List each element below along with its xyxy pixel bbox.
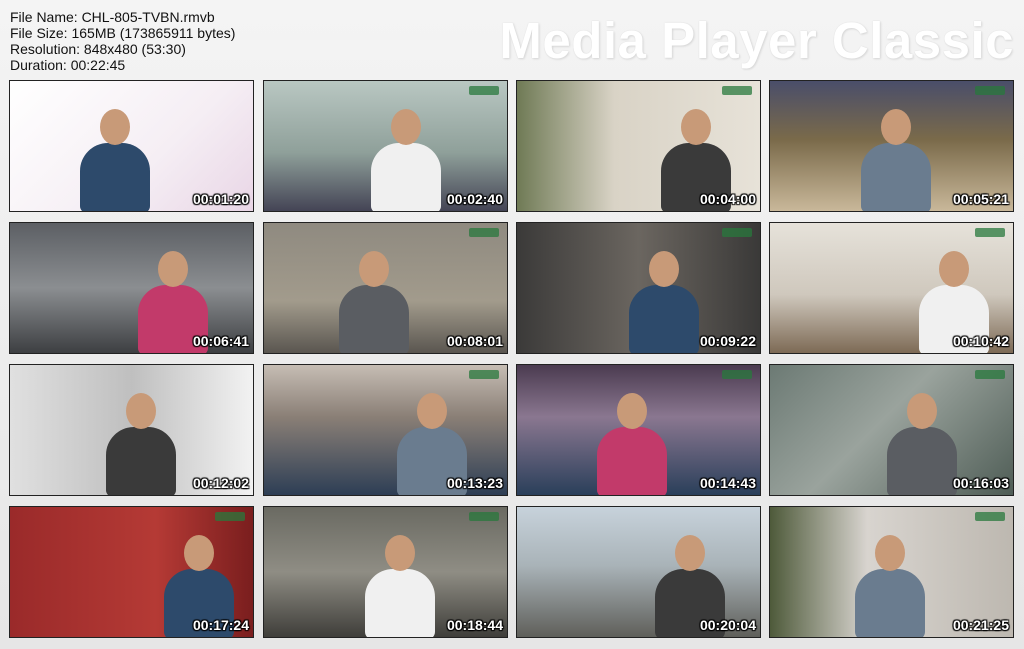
person-figure <box>861 143 931 211</box>
video-thumbnail[interactable]: 00:16:03 <box>769 364 1014 496</box>
thumbnail-timestamp: 00:14:43 <box>699 475 756 491</box>
person-figure <box>629 285 699 353</box>
video-thumbnail[interactable]: 00:18:44 <box>263 506 508 638</box>
video-thumbnail[interactable]: 00:08:01 <box>263 222 508 354</box>
thumbnail-timestamp: 00:18:44 <box>446 617 503 633</box>
video-thumbnail[interactable]: 00:20:04 <box>516 506 761 638</box>
channel-logo-icon <box>215 512 245 521</box>
video-thumbnail[interactable]: 00:21:25 <box>769 506 1014 638</box>
channel-logo-icon <box>469 86 499 95</box>
resolution: Resolution: 848x480 (53:30) <box>10 41 186 57</box>
person-figure <box>597 427 667 495</box>
person-head <box>359 251 389 287</box>
person-head <box>385 535 415 571</box>
thumbnail-timestamp: 00:17:24 <box>192 617 249 633</box>
video-thumbnail[interactable]: 00:13:23 <box>263 364 508 496</box>
thumbnail-timestamp: 00:09:22 <box>699 333 756 349</box>
video-thumbnail[interactable]: 00:09:22 <box>516 222 761 354</box>
channel-logo-icon <box>469 228 499 237</box>
person-head <box>675 535 705 571</box>
app-brand-watermark: Media Player Classic <box>499 12 1014 69</box>
thumbnail-timestamp: 00:02:40 <box>446 191 503 207</box>
person-figure <box>339 285 409 353</box>
thumbnail-timestamp: 00:13:23 <box>446 475 503 491</box>
person-figure <box>106 427 176 495</box>
file-size: File Size: 165MB (173865911 bytes) <box>10 25 236 41</box>
thumbnail-timestamp: 00:16:03 <box>952 475 1009 491</box>
file-name: File Name: CHL-805-TVBN.rmvb <box>10 9 215 25</box>
channel-logo-icon <box>469 370 499 379</box>
thumbnail-timestamp: 00:10:42 <box>952 333 1009 349</box>
person-head <box>158 251 188 287</box>
video-thumbnail[interactable]: 00:04:00 <box>516 80 761 212</box>
channel-logo-icon <box>975 512 1005 521</box>
channel-logo-icon <box>722 370 752 379</box>
person-figure <box>80 143 150 211</box>
duration: Duration: 00:22:45 <box>10 57 126 73</box>
person-head <box>649 251 679 287</box>
person-figure <box>371 143 441 211</box>
channel-logo-icon <box>722 228 752 237</box>
file-info: File Name: CHL-805-TVBN.rmvb File Size: … <box>10 9 235 73</box>
thumbnail-timestamp: 00:04:00 <box>699 191 756 207</box>
video-thumbnail[interactable]: 00:02:40 <box>263 80 508 212</box>
video-thumbnail[interactable]: 00:10:42 <box>769 222 1014 354</box>
thumbnail-timestamp: 00:08:01 <box>446 333 503 349</box>
video-thumbnail[interactable]: 00:17:24 <box>9 506 254 638</box>
video-thumbnail[interactable]: 00:06:41 <box>9 222 254 354</box>
thumbnail-timestamp: 00:20:04 <box>699 617 756 633</box>
person-head <box>126 393 156 429</box>
person-figure <box>365 569 435 637</box>
thumbnail-timestamp: 00:05:21 <box>952 191 1009 207</box>
video-thumbnail[interactable]: 00:14:43 <box>516 364 761 496</box>
channel-logo-icon <box>469 512 499 521</box>
video-thumbnail[interactable]: 00:01:20 <box>9 80 254 212</box>
person-head <box>184 535 214 571</box>
person-head <box>939 251 969 287</box>
person-head <box>617 393 647 429</box>
person-figure <box>855 569 925 637</box>
person-head <box>881 109 911 145</box>
video-thumbnail[interactable]: 00:05:21 <box>769 80 1014 212</box>
thumbnail-timestamp: 00:12:02 <box>192 475 249 491</box>
channel-logo-icon <box>975 86 1005 95</box>
channel-logo-icon <box>722 86 752 95</box>
person-head <box>391 109 421 145</box>
person-figure <box>887 427 957 495</box>
video-thumbnail[interactable]: 00:12:02 <box>9 364 254 496</box>
channel-logo-icon <box>975 370 1005 379</box>
person-head <box>417 393 447 429</box>
person-head <box>875 535 905 571</box>
channel-logo-icon <box>975 228 1005 237</box>
person-head <box>681 109 711 145</box>
thumbnail-grid: 00:01:20 00:02:40 00:04:00 00:05:21 00:06:41… <box>9 80 1015 640</box>
thumbnail-timestamp: 00:21:25 <box>952 617 1009 633</box>
person-head <box>100 109 130 145</box>
thumbnail-timestamp: 00:06:41 <box>192 333 249 349</box>
person-head <box>907 393 937 429</box>
thumbnail-timestamp: 00:01:20 <box>192 191 249 207</box>
